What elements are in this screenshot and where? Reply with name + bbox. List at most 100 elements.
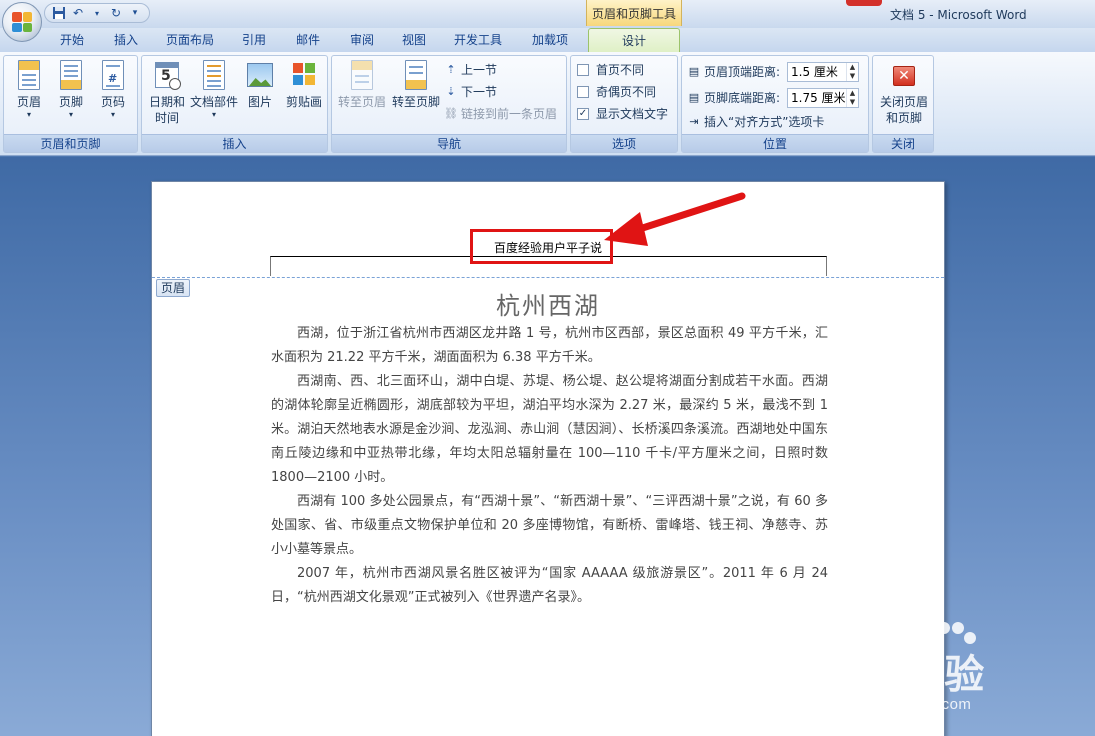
ribbon: 页眉 ▾ 页脚 ▾ # 页码 ▾ 页眉和页脚 5 日期和 时间 文档部件 ▾ 图… (0, 52, 1095, 156)
goto-header-label: 转至页眉 (337, 95, 386, 109)
document-page[interactable]: 百度经验用户平子说 页眉 杭州西湖 西湖，位于浙江省杭州市西湖区龙井路 1 号，… (151, 181, 945, 736)
tab-mailings[interactable]: 邮件 (286, 28, 330, 52)
footer-icon (60, 60, 82, 90)
paragraph[interactable]: 2007 年，杭州市西湖风景名胜区被评为“国家 AAAAA 级旅游景区”。201… (271, 562, 828, 610)
quick-access-toolbar: ↶ ▾ ↻ ▾ (44, 3, 150, 23)
picture-label: 图片 (247, 95, 272, 109)
footer-button-label: 页脚 (58, 95, 83, 109)
tab-review[interactable]: 审阅 (340, 28, 384, 52)
insert-alignment-tab-label: 插入“对齐方式”选项卡 (704, 115, 825, 129)
footer-bottom-distance-label: 页脚底端距离: (704, 91, 781, 105)
different-odd-even-checkbox[interactable]: 奇偶页不同 (577, 82, 656, 102)
chevron-down-icon[interactable]: ▾ (89, 5, 105, 21)
page-number-button-label: 页码 (100, 95, 125, 109)
picture-icon (246, 60, 274, 92)
insert-alignment-tab-button[interactable]: ⇥ 插入“对齐方式”选项卡 (687, 112, 824, 132)
chevron-down-icon: ▾ (68, 110, 73, 119)
show-document-text-checkbox[interactable]: ✓ 显示文档文字 (577, 104, 668, 124)
different-odd-even-label: 奇偶页不同 (596, 85, 657, 99)
annotation-arrow-icon (604, 192, 746, 246)
header-icon (18, 60, 40, 90)
goto-footer-icon (405, 60, 427, 90)
spin-arrows-icon[interactable]: ▲ ▼ (846, 89, 858, 107)
page-number-icon: # (102, 60, 124, 90)
tab-references[interactable]: 引用 (232, 28, 276, 52)
tab-insert[interactable]: 插入 (104, 28, 148, 52)
goto-header-button[interactable]: 转至页眉 (336, 60, 388, 110)
chevron-down-icon: ▾ (26, 110, 31, 119)
footer-button[interactable]: 页脚 ▾ (49, 60, 93, 120)
date-time-label-2: 时间 (154, 111, 179, 125)
footer-position-icon: ▤ (688, 91, 700, 104)
doc-parts-label: 文档部件 (190, 95, 239, 109)
footer-bottom-distance-row: ▤ 页脚底端距离: (687, 88, 780, 108)
checkbox-checked-icon: ✓ (577, 108, 589, 120)
tab-design[interactable]: 设计 (588, 28, 680, 52)
baidu-watermark: Bai经验 jingyan.baidu.com (838, 618, 1088, 736)
close-header-footer-button[interactable]: ✕ 关闭页眉 和页脚 (875, 60, 933, 126)
header-top-distance-value: 1.5 厘米 (791, 65, 838, 79)
group-label-header-footer: 页眉和页脚 (4, 134, 137, 152)
group-navigation: 转至页眉 转至页脚 ⇡ 上一节 ⇣ 下一节 ⛓ 链接到前一条页眉 导航 (331, 55, 567, 153)
checkbox-unchecked-icon (577, 64, 589, 76)
group-position: ▤ 页眉顶端距离: 1.5 厘米 ▲ ▼ ▤ 页脚底端距离: 1.75 厘米 ▲ ▼… (681, 55, 869, 153)
office-button[interactable] (2, 2, 42, 42)
chevron-down-icon: ▾ (211, 110, 216, 119)
header-boundary-line (152, 277, 944, 278)
watermark-brand: Bai经验 (842, 653, 985, 697)
header-button[interactable]: 页眉 ▾ (7, 60, 51, 120)
office-logo-icon (12, 12, 32, 32)
paragraph[interactable]: 西湖，位于浙江省杭州市西湖区龙井路 1 号，杭州市区西部，景区总面积 49 平方… (271, 322, 828, 370)
redo-icon[interactable]: ↻ (108, 5, 124, 21)
header-top-distance-label: 页眉顶端距离: (704, 65, 781, 79)
link-previous-button[interactable]: ⛓ 链接到前一条页眉 (444, 104, 557, 124)
group-label-options: 选项 (571, 134, 677, 152)
goto-footer-button[interactable]: 转至页脚 (390, 60, 442, 110)
tab-home[interactable]: 开始 (50, 28, 94, 52)
page-number-button[interactable]: # 页码 ▾ (91, 60, 135, 120)
group-options: 首页不同 奇偶页不同 ✓ 显示文档文字 选项 (570, 55, 678, 153)
doc-parts-icon (203, 60, 225, 90)
spin-arrows-icon[interactable]: ▲ ▼ (846, 63, 858, 81)
group-close: ✕ 关闭页眉 和页脚 关闭 (872, 55, 934, 153)
picture-button[interactable]: 图片 (238, 60, 282, 110)
save-icon[interactable] (51, 5, 67, 21)
clipart-icon (290, 60, 318, 92)
different-first-page-checkbox[interactable]: 首页不同 (577, 60, 644, 80)
link-icon: ⛓ (444, 107, 458, 120)
watermark-url: jingyan.baidu.com (842, 696, 972, 713)
prev-section-label: 上一节 (461, 63, 498, 77)
tab-addins[interactable]: 加载项 (520, 28, 580, 52)
clipart-button[interactable]: 剪贴画 (282, 60, 326, 110)
calendar-clock-icon: 5 (153, 60, 181, 92)
group-label-close: 关闭 (873, 134, 933, 152)
tab-page-layout[interactable]: 页面布局 (158, 28, 222, 52)
document-title[interactable]: 杭州西湖 (152, 286, 944, 321)
goto-header-icon (351, 60, 373, 90)
paragraph[interactable]: 西湖有 100 多处公园景点，有“西湖十景”、“新西湖十景”、“三评西湖十景”之… (271, 490, 828, 562)
undo-icon[interactable]: ↶ (70, 5, 86, 21)
date-time-button[interactable]: 5 日期和 时间 (144, 60, 190, 126)
close-header-footer-label-2: 和页脚 (885, 111, 922, 125)
link-previous-label: 链接到前一条页眉 (461, 107, 558, 121)
title-bar: 页眉和页脚工具 文档 5 - Microsoft Word ↶ ▾ ↻ ▾ (0, 0, 1095, 28)
tab-developer[interactable]: 开发工具 (446, 28, 510, 52)
group-insert: 5 日期和 时间 文档部件 ▾ 图片 剪贴画 插入 (141, 55, 328, 153)
customize-qat-icon[interactable]: ▾ (127, 5, 143, 21)
clipart-label: 剪贴画 (285, 95, 322, 109)
tab-view[interactable]: 视图 (392, 28, 436, 52)
header-top-distance-input[interactable]: 1.5 厘米 ▲ ▼ (787, 62, 859, 82)
prev-section-button[interactable]: ⇡ 上一节 (444, 60, 497, 80)
close-header-footer-label-1: 关闭页眉 (879, 95, 928, 109)
document-body[interactable]: 西湖，位于浙江省杭州市西湖区龙井路 1 号，杭州市区西部，景区总面积 49 平方… (271, 322, 828, 610)
next-section-button[interactable]: ⇣ 下一节 (444, 82, 497, 102)
footer-bottom-distance-input[interactable]: 1.75 厘米 ▲ ▼ (787, 88, 859, 108)
date-time-label-1: 日期和 (148, 95, 185, 109)
group-label-navigation: 导航 (332, 134, 566, 152)
show-document-text-label: 显示文档文字 (596, 107, 669, 121)
doc-parts-button[interactable]: 文档部件 ▾ (190, 60, 238, 120)
header-top-distance-row: ▤ 页眉顶端距离: (687, 62, 780, 82)
ribbon-tabs: 开始 插入 页面布局 引用 邮件 审阅 视图 开发工具 加载项 设计 (0, 28, 1095, 52)
paragraph[interactable]: 西湖南、西、北三面环山，湖中白堤、苏堤、杨公堤、赵公堤将湖面分割成若干水面。西湖… (271, 370, 828, 490)
window-close-strip[interactable] (846, 0, 882, 6)
